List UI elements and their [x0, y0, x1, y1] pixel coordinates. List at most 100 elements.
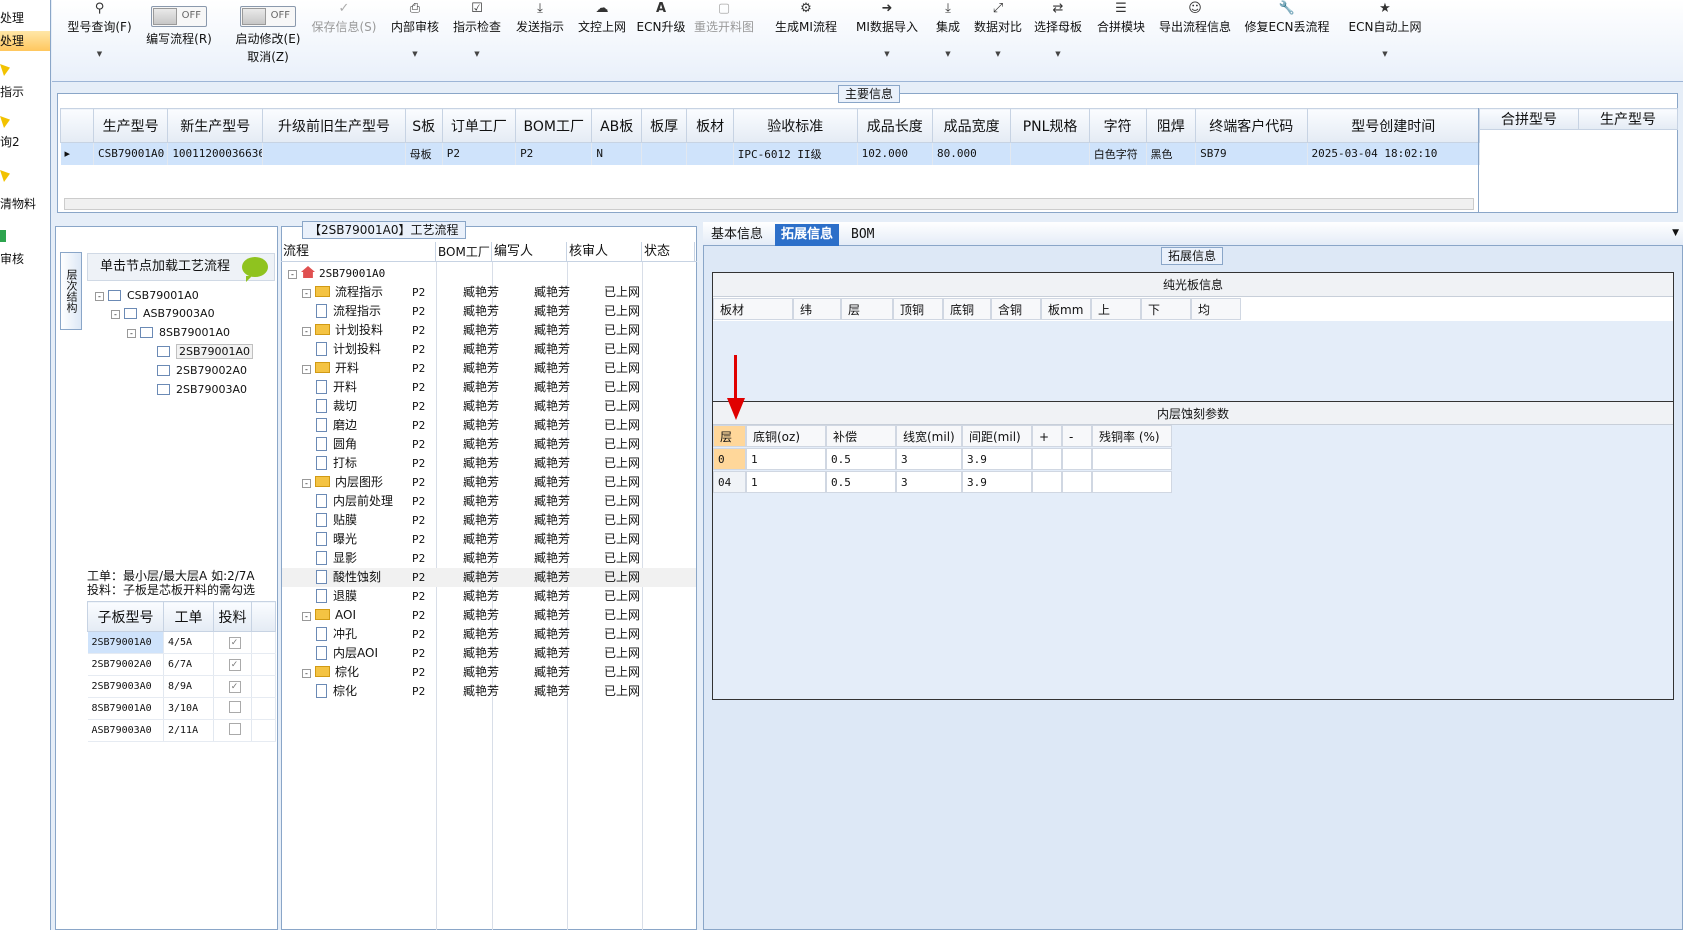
column-header[interactable]: - — [1062, 425, 1092, 447]
cancel-button[interactable]: 取消(Z) — [222, 48, 314, 66]
column-header[interactable]: 间距(mil) — [962, 425, 1032, 447]
table-cell[interactable]: 1 — [746, 471, 826, 493]
table-cell[interactable] — [686, 142, 734, 165]
process-step-row[interactable]: 曝光 P2 臧艳芳 臧艳芳 已上网 — [282, 530, 696, 549]
collapse-icon[interactable]: - — [302, 612, 311, 621]
column-header[interactable]: 合拼型号 — [1479, 108, 1579, 130]
table-cell[interactable] — [1062, 448, 1092, 470]
column-header[interactable]: 层 — [713, 425, 746, 447]
model-query-button[interactable]: ⚲ 型号查询(F) ▼ — [62, 0, 137, 72]
process-step-row[interactable]: 棕化 P2 臧艳芳 臧艳芳 已上网 — [282, 682, 696, 701]
column-header[interactable]: 成品长度 — [856, 108, 933, 143]
select-mother-board-button[interactable]: ⇄ 选择母板 ▼ — [1027, 0, 1089, 72]
collapse-icon[interactable]: - — [111, 310, 120, 319]
process-group-row[interactable]: - 棕化 P2 臧艳芳 臧艳芳 已上网 — [282, 663, 696, 682]
column-header[interactable]: 板厚 — [640, 108, 688, 143]
column-header[interactable]: S板 — [404, 108, 443, 143]
table-cell[interactable]: P2 — [442, 142, 517, 165]
table-cell[interactable]: 黑色 — [1146, 142, 1197, 165]
table-cell[interactable]: 4/5A — [163, 631, 214, 654]
table-cell[interactable]: 3.9 — [962, 471, 1032, 493]
column-header[interactable]: 工单 — [163, 601, 214, 632]
feed-checkbox[interactable]: ✓ — [228, 680, 241, 693]
process-step-row[interactable]: 退膜 P2 臧艳芳 臧艳芳 已上网 — [282, 587, 696, 606]
table-cell[interactable]: 1 — [746, 448, 826, 470]
collapse-icon[interactable]: - — [302, 365, 311, 374]
internal-review-button[interactable]: ⎙ 内部审核 ▼ — [385, 0, 445, 72]
table-cell[interactable]: 2SB79003A0 — [87, 675, 164, 698]
collapse-icon[interactable]: - — [288, 270, 297, 279]
nav-item-material-label[interactable]: 清物料 — [0, 194, 50, 214]
table-cell[interactable] — [213, 697, 252, 720]
column-header[interactable]: 升级前旧生产型号 — [262, 108, 406, 143]
column-header[interactable]: 层 — [841, 298, 893, 320]
column-header[interactable]: PNL规格 — [1010, 108, 1090, 143]
table-cell[interactable]: 3 — [896, 448, 962, 470]
table-cell[interactable]: 2/11A — [163, 719, 214, 742]
table-cell[interactable]: 2SB79001A0 — [87, 631, 164, 654]
tree-node[interactable]: 2SB79003A0 — [157, 381, 247, 399]
column-header[interactable]: 阻焊 — [1145, 108, 1197, 143]
toggle-switch[interactable]: OFF — [151, 6, 207, 27]
nav-item-process-selected[interactable]: 处理 — [0, 31, 50, 51]
data-compare-button[interactable]: ⤢ 数据对比 ▼ — [970, 0, 1026, 72]
table-cell[interactable]: SB79 — [1195, 142, 1308, 165]
column-header[interactable]: 成品宽度 — [931, 108, 1012, 143]
column-header[interactable]: 板材 — [686, 108, 734, 143]
process-group-row[interactable]: - AOI P2 臧艳芳 臧艳芳 已上网 — [282, 606, 696, 625]
column-header[interactable]: 板材 — [713, 298, 793, 320]
tree-node[interactable]: - CSB79001A0 — [95, 287, 199, 305]
column-header[interactable]: 生产型号 — [93, 108, 169, 143]
column-header[interactable]: 含铜 — [991, 298, 1041, 320]
ecn-auto-upload-button[interactable]: ★ ECN自动上网 ▼ — [1336, 0, 1434, 72]
process-step-row[interactable]: 显影 P2 臧艳芳 臧艳芳 已上网 — [282, 549, 696, 568]
table-cell[interactable]: 80.000 — [932, 142, 1012, 165]
nav-item-instruction[interactable] — [0, 60, 50, 80]
table-cell[interactable]: IPC-6012 II级 — [733, 142, 858, 165]
tab-basic-info[interactable]: 基本信息 — [705, 224, 769, 246]
column-header[interactable]: 验收标准 — [732, 108, 858, 143]
table-cell[interactable]: P2 — [515, 142, 593, 165]
table-cell[interactable] — [1010, 142, 1090, 165]
table-cell[interactable] — [1092, 448, 1172, 470]
feed-checkbox[interactable] — [228, 723, 241, 735]
column-header[interactable]: 下 — [1141, 298, 1191, 320]
tree-node[interactable]: - 8SB79001A0 — [127, 324, 230, 342]
process-step-row[interactable]: 计划投料 P2 臧艳芳 臧艳芳 已上网 — [282, 340, 696, 359]
column-header[interactable]: + — [1032, 425, 1062, 447]
ecn-upgrade-button[interactable]: A ECN升级 — [635, 0, 687, 72]
column-header[interactable]: 补偿 — [826, 425, 896, 447]
table-cell[interactable]: CSB79001A0 — [93, 142, 169, 165]
process-step-row[interactable]: 裁切 P2 臧艳芳 臧艳芳 已上网 — [282, 397, 696, 416]
collapse-icon[interactable]: - — [127, 329, 136, 338]
nav-item-query2[interactable] — [0, 112, 50, 132]
column-header[interactable]: 顶铜 — [893, 298, 943, 320]
column-header[interactable]: 底铜(oz) — [746, 425, 826, 447]
column-header[interactable]: 投料 — [213, 601, 252, 632]
column-header[interactable]: 生产型号 — [1578, 108, 1678, 130]
auto-modify-toggle[interactable]: OFF 启动修改(E) 取消(Z) — [222, 0, 314, 72]
column-header[interactable]: 纬 — [793, 298, 841, 320]
send-instruction-button[interactable]: ⤓ 发送指示 — [510, 0, 570, 72]
column-header[interactable]: 流程 — [281, 242, 436, 262]
collapse-icon[interactable]: - — [302, 289, 311, 298]
table-cell[interactable]: 10011200036636 — [167, 142, 264, 165]
feed-checkbox[interactable]: ✓ — [228, 636, 241, 649]
table-cell[interactable]: ✓ — [213, 675, 252, 698]
column-header[interactable]: 子板型号 — [87, 601, 164, 632]
save-info-button[interactable]: ✓ 保存信息(S) — [304, 0, 384, 72]
nav-item-query2-label[interactable]: 询2 — [0, 132, 50, 152]
column-header[interactable]: 板mm — [1041, 298, 1091, 320]
column-header[interactable]: 线宽(mil) — [896, 425, 962, 447]
nav-item-review[interactable] — [0, 226, 50, 246]
tree-node[interactable]: 2SB79002A0 — [157, 362, 247, 380]
process-group-row[interactable]: - 流程指示 P2 臧艳芳 臧艳芳 已上网 — [282, 283, 696, 302]
integrate-button[interactable]: ⤓ 集成 ▼ — [926, 0, 970, 72]
column-header[interactable]: BOM工厂 — [515, 108, 593, 143]
collapse-icon[interactable]: - — [302, 327, 311, 336]
table-row[interactable]: 8SB79001A0 3/10A — [87, 697, 276, 720]
column-header[interactable]: 状态 — [642, 242, 695, 262]
table-cell[interactable]: 2SB79002A0 — [87, 653, 164, 676]
process-step-row[interactable]: 圆角 P2 臧艳芳 臧艳芳 已上网 — [282, 435, 696, 454]
feed-checkbox[interactable] — [228, 701, 241, 713]
